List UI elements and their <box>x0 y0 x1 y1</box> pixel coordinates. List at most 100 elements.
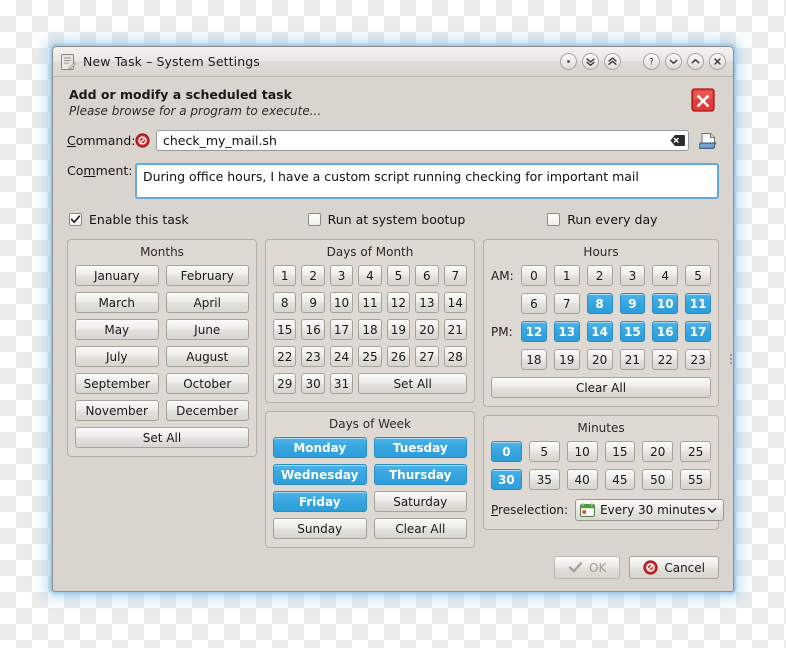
days-of-week-clear-all-button[interactable]: Clear All <box>373 518 467 539</box>
month-button[interactable]: December <box>165 400 249 421</box>
day-of-week-button[interactable]: Friday <box>273 491 367 512</box>
clear-text-icon[interactable] <box>670 134 685 147</box>
minute-button[interactable]: 30 <box>491 469 522 490</box>
day-of-month-button[interactable]: 13 <box>415 292 439 313</box>
day-of-month-button[interactable]: 27 <box>415 346 439 367</box>
month-button[interactable]: October <box>165 373 249 394</box>
hour-button[interactable]: 20 <box>586 349 613 370</box>
minute-button[interactable]: 50 <box>642 469 674 490</box>
month-button[interactable]: June <box>165 319 249 340</box>
day-of-month-button[interactable]: 15 <box>273 319 297 340</box>
cancel-button[interactable]: Cancel <box>629 556 719 579</box>
day-of-month-button[interactable]: 30 <box>301 373 325 394</box>
hour-button[interactable]: 17 <box>685 321 711 342</box>
hour-button[interactable]: 21 <box>619 349 646 370</box>
month-button[interactable]: January <box>75 265 159 286</box>
day-of-month-button[interactable]: 19 <box>386 319 411 340</box>
day-of-week-button[interactable]: Monday <box>273 437 367 458</box>
day-of-month-button[interactable]: 9 <box>301 292 325 313</box>
day-of-month-button[interactable]: 20 <box>415 319 439 340</box>
hours-clear-all-button[interactable]: Clear All <box>491 377 711 398</box>
minute-button[interactable]: 20 <box>642 441 674 462</box>
day-of-month-button[interactable]: 11 <box>358 292 382 313</box>
preselection-dropdown[interactable]: Every 30 minutes <box>575 499 724 521</box>
day-of-month-button[interactable]: 3 <box>329 265 354 286</box>
help-button[interactable]: ? <box>643 53 660 70</box>
day-of-month-button[interactable]: 22 <box>273 346 297 367</box>
months-set-all-button[interactable]: Set All <box>75 427 249 448</box>
hour-button[interactable]: 15 <box>619 321 646 342</box>
hour-button[interactable]: 7 <box>553 293 580 314</box>
resize-grip[interactable] <box>728 352 734 390</box>
hour-button[interactable]: 8 <box>586 293 613 314</box>
hour-button[interactable]: 14 <box>586 321 613 342</box>
minute-button[interactable]: 55 <box>680 469 711 490</box>
day-of-week-button[interactable]: Wednesday <box>273 464 367 485</box>
day-of-week-button[interactable]: Thursday <box>373 464 467 485</box>
month-button[interactable]: May <box>75 319 159 340</box>
hour-button[interactable]: 4 <box>652 265 679 286</box>
enable-task-checkbox[interactable]: Enable this task <box>69 212 189 227</box>
minute-button[interactable]: 35 <box>528 469 560 490</box>
minimize-button[interactable] <box>665 53 682 70</box>
day-of-month-button[interactable]: 26 <box>386 346 411 367</box>
hour-button[interactable]: 2 <box>586 265 613 286</box>
day-of-week-button[interactable]: Saturday <box>373 491 467 512</box>
hour-button[interactable]: 18 <box>521 349 547 370</box>
minute-button[interactable]: 0 <box>491 441 522 462</box>
hour-button[interactable]: 6 <box>521 293 547 314</box>
month-button[interactable]: August <box>165 346 249 367</box>
hour-button[interactable]: 10 <box>652 293 679 314</box>
day-of-month-button[interactable]: 14 <box>443 292 467 313</box>
month-button[interactable]: March <box>75 292 159 313</box>
day-of-month-button[interactable]: 18 <box>358 319 382 340</box>
hour-button[interactable]: 16 <box>652 321 679 342</box>
day-of-month-button[interactable]: 2 <box>301 265 325 286</box>
hour-button[interactable]: 9 <box>619 293 646 314</box>
day-of-week-button[interactable]: Sunday <box>273 518 367 539</box>
day-of-month-button[interactable]: 5 <box>386 265 411 286</box>
days-of-month-set-all-button[interactable]: Set All <box>358 373 467 394</box>
maximize-button[interactable] <box>687 53 704 70</box>
day-of-month-button[interactable]: 25 <box>358 346 382 367</box>
day-of-month-button[interactable]: 7 <box>443 265 467 286</box>
minute-button[interactable]: 5 <box>528 441 560 462</box>
command-input[interactable]: check_my_mail.sh <box>156 130 689 151</box>
hour-button[interactable]: 19 <box>553 349 580 370</box>
month-button[interactable]: September <box>75 373 159 394</box>
hour-button[interactable]: 3 <box>619 265 646 286</box>
hour-button[interactable]: 23 <box>685 349 711 370</box>
minute-button[interactable]: 40 <box>566 469 598 490</box>
hour-button[interactable]: 12 <box>521 321 547 342</box>
day-of-month-button[interactable]: 6 <box>415 265 439 286</box>
month-button[interactable]: November <box>75 400 159 421</box>
run-every-day-checkbox[interactable]: Run every day <box>547 212 658 227</box>
day-of-month-button[interactable]: 23 <box>301 346 325 367</box>
ok-button[interactable]: OK <box>554 556 621 579</box>
day-of-month-button[interactable]: 24 <box>329 346 354 367</box>
shade-button[interactable] <box>560 53 577 70</box>
close-button[interactable] <box>709 53 726 70</box>
day-of-month-button[interactable]: 16 <box>301 319 325 340</box>
day-of-month-button[interactable]: 31 <box>329 373 354 394</box>
comment-textarea[interactable]: During office hours, I have a custom scr… <box>135 163 719 199</box>
day-of-month-button[interactable]: 17 <box>329 319 354 340</box>
expand-all-button[interactable] <box>604 53 621 70</box>
month-button[interactable]: April <box>165 292 249 313</box>
minute-button[interactable]: 45 <box>604 469 636 490</box>
hour-button[interactable]: 1 <box>553 265 580 286</box>
day-of-month-button[interactable]: 12 <box>386 292 411 313</box>
run-at-bootup-checkbox[interactable]: Run at system bootup <box>307 212 465 227</box>
day-of-week-button[interactable]: Tuesday <box>373 437 467 458</box>
minute-button[interactable]: 10 <box>566 441 598 462</box>
day-of-month-button[interactable]: 29 <box>273 373 297 394</box>
hour-button[interactable]: 5 <box>685 265 711 286</box>
hour-button[interactable]: 22 <box>652 349 679 370</box>
browse-file-button[interactable] <box>697 130 719 151</box>
day-of-month-button[interactable]: 1 <box>273 265 297 286</box>
hour-button[interactable]: 11 <box>685 293 711 314</box>
error-close-icon[interactable] <box>691 88 715 112</box>
day-of-month-button[interactable]: 28 <box>443 346 467 367</box>
month-button[interactable]: July <box>75 346 159 367</box>
day-of-month-button[interactable]: 10 <box>329 292 354 313</box>
